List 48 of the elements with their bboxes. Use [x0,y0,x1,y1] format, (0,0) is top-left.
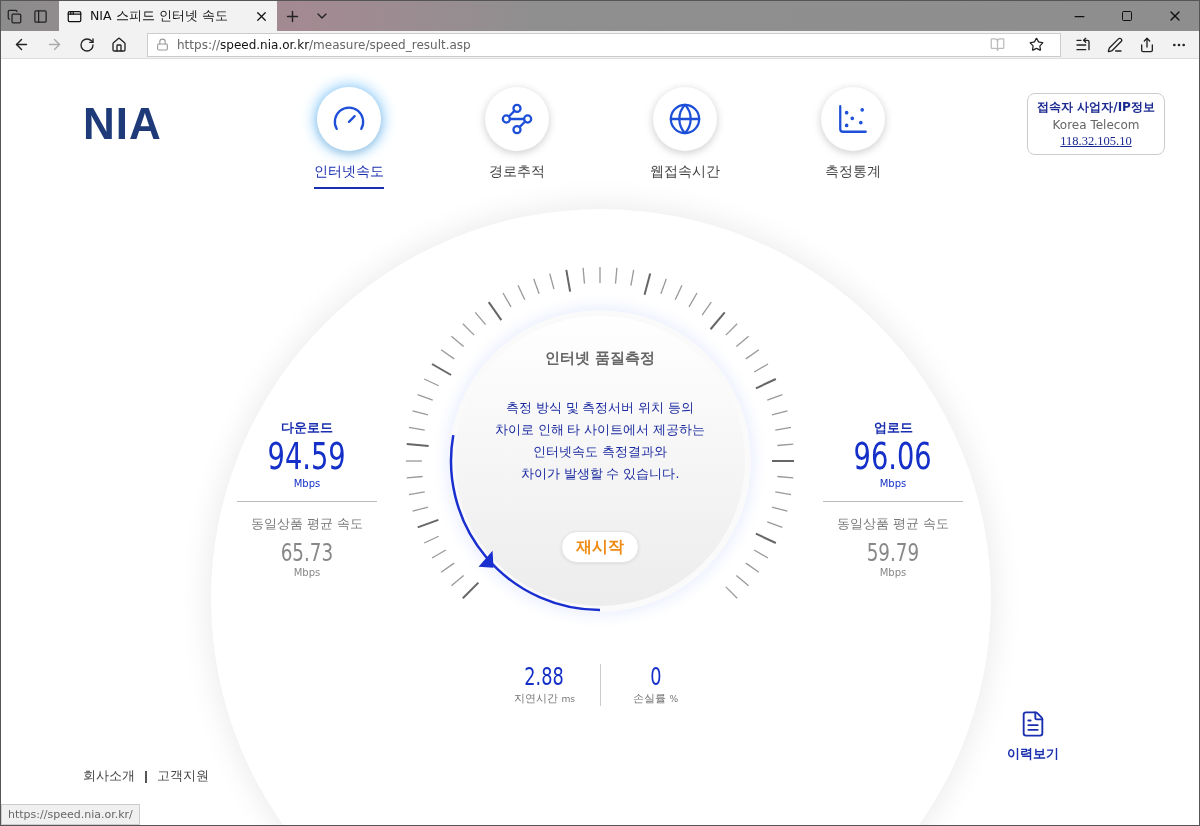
page-icon [67,8,82,24]
speed-value: 94.59 [267,437,347,478]
average-speed-unit: Mbps [879,566,907,578]
speed-label: 다운로드 [281,419,333,437]
status-url-tooltip: https://speed.nia.or.kr/ [1,804,140,825]
average-speed-label: 동일상품 평균 속도 [251,515,363,533]
tab-title: NIA 스피드 인터넷 속도 [90,7,229,25]
ip-address-link[interactable]: 118.32.105.10 [1060,134,1132,149]
speed-unit: Mbps [293,477,321,489]
nav-tab[interactable]: 인터넷속도 [265,87,433,189]
chart-icon [836,102,870,136]
speed-unit: Mbps [879,477,907,489]
nav-label: 경로추적 [489,163,545,181]
globe-icon [668,102,702,136]
notice-text: 인터넷속도 측정결과와 [533,444,667,461]
footer-link[interactable]: 회사소개 [83,768,135,785]
gauge-title: 인터넷 품질측정 [544,349,656,368]
metric-value: 0 [649,663,662,691]
speed-label: 업로드 [873,419,913,437]
footer-link[interactable]: 고객지원 [157,768,209,785]
connection-info-title: 접속자 사업자/IP정보 [1037,99,1155,116]
nav-tab[interactable]: 경로추적 [433,87,601,189]
history-button[interactable]: 이력보기 [1007,710,1059,763]
nav-label: 웹접속시간 [650,163,720,181]
metric-label: 지연시간 ms [513,691,576,706]
nav-label: 인터넷속도 [314,163,384,189]
nav-label: 측정통계 [825,163,881,181]
speed-value: 96.06 [853,437,933,478]
average-speed-unit: Mbps [293,566,321,578]
average-speed-value: 65.73 [280,538,334,567]
metric-label: 손실률 % [632,691,679,706]
browser-tab[interactable]: NIA 스피드 인터넷 속도 [59,1,277,31]
isp-name: Korea Telecom [1052,118,1140,132]
notice-text: 차이로 인해 타 사이트에서 제공하는 [494,422,706,439]
favorite-star-icon[interactable] [1029,37,1044,52]
network-nodes-icon [500,102,534,136]
nav-tab[interactable]: 웹접속시간 [601,87,769,189]
average-speed-value: 59.79 [866,538,920,567]
needle-pointer-icon [478,550,494,568]
metric-value: 2.88 [524,663,565,691]
url-text: https://speed.nia.or.kr/measure/speed_result.asp [177,37,472,52]
address-field[interactable]: https://speed.nia.or.kr/measure/speed_result.asp [147,32,1061,57]
notice-text: 측정 방식 및 측정서버 위치 등의 [505,400,695,417]
notice-text: 차이가 발생할 수 있습니다. [520,466,680,483]
average-speed-label: 동일상품 평균 속도 [837,515,949,533]
lock-icon [156,38,169,51]
nav-tab[interactable]: 측정통계 [769,87,937,189]
logo[interactable]: NIA [83,99,265,149]
